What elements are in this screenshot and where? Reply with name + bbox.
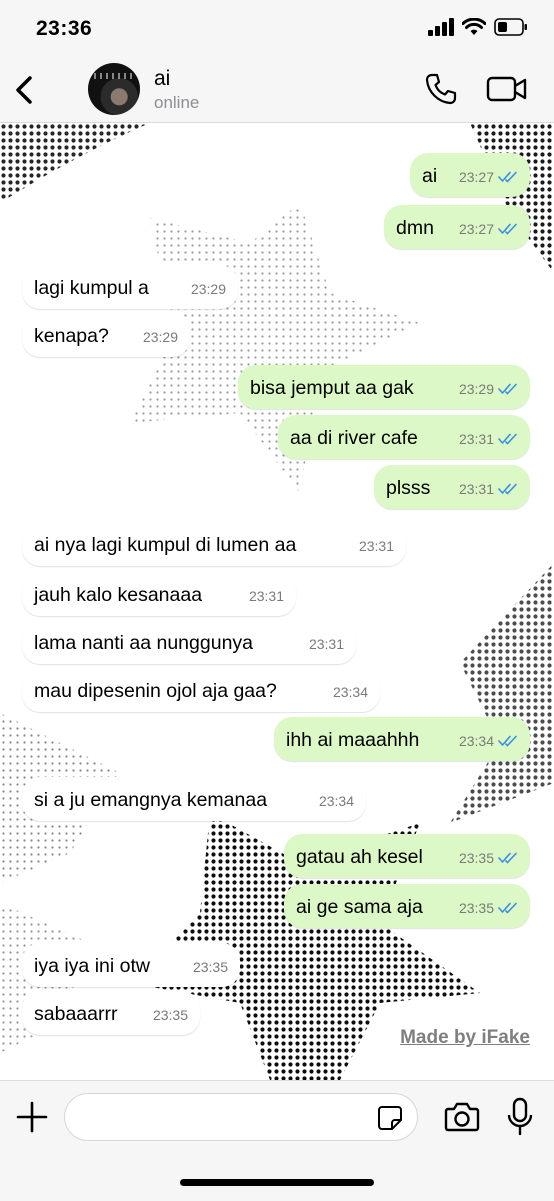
message-meta: 23:31 (309, 632, 344, 656)
message-text: bisa jemput aa gak (250, 377, 414, 399)
incoming-message[interactable]: lagi kumpul a 23:29 (22, 265, 238, 309)
read-receipt-icon (498, 735, 517, 747)
message-time: 23:31 (458, 481, 494, 497)
read-receipt-icon (498, 433, 517, 445)
incoming-message[interactable]: ai nya lagi kumpul di lumen aa 23:31 (22, 522, 406, 566)
message-time: 23:27 (458, 221, 494, 237)
message-time: 23:34 (332, 684, 368, 700)
incoming-message[interactable]: mau dipesenin ojol aja gaa? 23:34 (22, 668, 380, 712)
message-text: jauh kalo kesanaaa (34, 584, 203, 606)
message-meta: 23:34 (459, 729, 518, 753)
outgoing-message[interactable]: plsss 23:31 (374, 465, 530, 509)
watermark: Made by iFake (400, 1027, 530, 1048)
back-chevron-icon[interactable] (10, 70, 40, 110)
camera-icon[interactable] (444, 1101, 480, 1133)
chat-header: ai online (0, 58, 554, 123)
incoming-message[interactable]: lama nanti aa nunggunya 23:31 (22, 620, 356, 664)
message-meta: 23:31 (359, 534, 394, 558)
message-text: ai nya lagi kumpul di lumen aa (34, 534, 297, 556)
message-time: 23:35 (458, 850, 494, 866)
outgoing-message[interactable]: ihh ai maaahhh 23:34 (274, 717, 530, 761)
message-text: ai ge sama aja (296, 896, 423, 918)
outgoing-message[interactable]: bisa jemput aa gak 23:29 (238, 365, 530, 409)
message-meta: 23:35 (459, 846, 518, 870)
message-time: 23:31 (308, 636, 344, 652)
incoming-message[interactable]: sabaaarrr 23:35 (22, 991, 200, 1035)
message-time: 23:29 (190, 281, 226, 297)
incoming-message[interactable]: kenapa? 23:29 (22, 313, 190, 357)
microphone-icon[interactable] (506, 1097, 534, 1137)
message-time: 23:35 (458, 900, 494, 916)
message-time: 23:31 (458, 431, 494, 447)
message-text: gatau ah kesel (296, 846, 423, 868)
chat-area[interactable]: ai 23:27 dmn 23:27 lagi kumpul a 23:29 kenapa?… (0, 123, 554, 1080)
message-text: kenapa? (34, 325, 109, 347)
status-time: 23:36 (36, 17, 93, 40)
signal-icon (428, 18, 454, 36)
message-time: 23:34 (318, 793, 354, 809)
home-indicator (180, 1179, 374, 1186)
message-meta: 23:29 (459, 377, 518, 401)
message-input[interactable] (64, 1093, 418, 1141)
message-meta: 23:27 (459, 217, 518, 241)
read-receipt-icon (498, 223, 517, 235)
incoming-message[interactable]: jauh kalo kesanaaa 23:31 (22, 572, 296, 616)
message-time: 23:31 (248, 588, 284, 604)
message-text: ai (422, 165, 438, 187)
battery-icon (494, 18, 527, 36)
message-text: lama nanti aa nunggunya (34, 632, 254, 654)
phone-icon[interactable] (424, 72, 458, 106)
message-meta: 23:31 (459, 427, 518, 451)
message-text: ihh ai maaahhh (286, 729, 420, 751)
contact-name[interactable]: ai (154, 67, 170, 91)
outgoing-message[interactable]: dmn 23:27 (384, 205, 530, 249)
message-time: 23:35 (152, 1007, 188, 1023)
message-text: sabaaarrr (34, 1003, 118, 1025)
message-meta: 23:27 (459, 165, 518, 189)
message-text: iya iya ini otw (34, 955, 150, 977)
read-receipt-icon (498, 483, 517, 495)
read-receipt-icon (498, 902, 517, 914)
incoming-message[interactable]: si a ju emangnya kemanaa 23:34 (22, 777, 366, 821)
video-call-icon[interactable] (486, 72, 528, 106)
outgoing-message[interactable]: aa di river cafe 23:31 (278, 415, 530, 459)
message-text: si a ju emangnya kemanaa (34, 789, 268, 811)
read-receipt-icon (498, 852, 517, 864)
contact-status: online (154, 93, 200, 112)
contact-avatar[interactable] (88, 63, 140, 115)
message-meta: 23:29 (143, 325, 178, 349)
read-receipt-icon (498, 383, 517, 395)
message-meta: 23:34 (333, 680, 368, 704)
message-meta: 23:35 (459, 896, 518, 920)
message-text: plsss (386, 477, 431, 499)
read-receipt-icon (498, 171, 517, 183)
message-time: 23:35 (192, 959, 228, 975)
message-time: 23:34 (458, 733, 494, 749)
message-time: 23:29 (142, 329, 178, 345)
wifi-icon (462, 18, 486, 35)
message-meta: 23:34 (319, 789, 354, 813)
plus-icon[interactable] (14, 1099, 50, 1135)
message-meta: 23:35 (193, 955, 228, 979)
sticker-icon[interactable] (377, 1105, 403, 1131)
incoming-message[interactable]: iya iya ini otw 23:35 (22, 943, 240, 987)
message-time: 23:29 (458, 381, 494, 397)
message-text: mau dipesenin ojol aja gaa? (34, 680, 277, 702)
message-meta: 23:31 (249, 584, 284, 608)
status-icons (428, 18, 528, 36)
outgoing-message[interactable]: ai 23:27 (410, 153, 530, 197)
message-meta: 23:29 (191, 277, 226, 301)
message-text: dmn (396, 217, 434, 239)
message-text: aa di river cafe (290, 427, 418, 449)
status-bar: 23:36 (0, 0, 554, 58)
message-time: 23:31 (358, 538, 394, 554)
outgoing-message[interactable]: ai ge sama aja 23:35 (284, 884, 530, 928)
message-meta: 23:35 (153, 1003, 188, 1027)
message-text: lagi kumpul a (34, 277, 149, 299)
message-time: 23:27 (458, 169, 494, 185)
outgoing-message[interactable]: gatau ah kesel 23:35 (284, 834, 530, 878)
message-meta: 23:31 (459, 477, 518, 501)
